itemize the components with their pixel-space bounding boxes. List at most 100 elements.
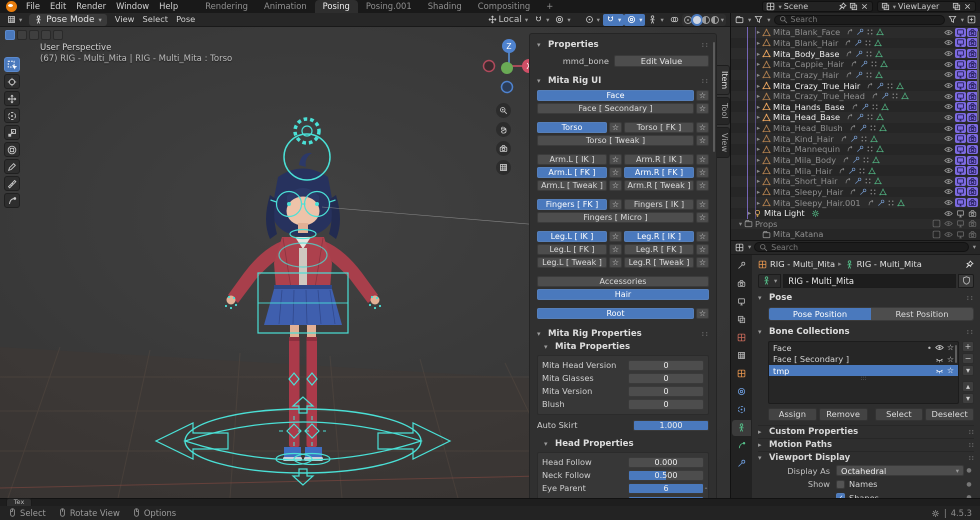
nav-ortho-button[interactable] xyxy=(496,160,511,175)
select-mode-option-0[interactable] xyxy=(5,30,15,40)
collapsed-editor-tab[interactable]: Tex xyxy=(6,498,32,506)
panel-viewport-display-header[interactable]: ▾Viewport Display:: xyxy=(758,451,974,464)
hide-viewport-eye-icon[interactable] xyxy=(943,70,954,79)
hide-viewport-eye-icon[interactable] xyxy=(943,187,954,196)
outliner-row[interactable]: ▸Mita_Blank_Face xyxy=(731,27,980,38)
properties-tab-7[interactable] xyxy=(732,384,751,400)
filter-icon[interactable] xyxy=(948,15,957,24)
outliner-row[interactable]: ▸Mita_Blank_Hair xyxy=(731,38,980,49)
menu-edit[interactable]: Edit xyxy=(45,0,71,13)
sidebar-tab-tool[interactable]: Tool xyxy=(717,97,730,125)
select-button[interactable]: Select xyxy=(875,408,924,421)
tool-transform[interactable] xyxy=(4,142,20,157)
properties-tab-1[interactable] xyxy=(732,276,751,292)
disable-render-icon[interactable] xyxy=(967,134,978,143)
rig-layer-button[interactable]: Hair xyxy=(537,289,709,300)
outliner-item-name[interactable]: Mita_Blank_Face xyxy=(773,27,840,37)
expand-arrow-icon[interactable]: ▸ xyxy=(755,82,762,90)
rig-layer-star[interactable]: ☆ xyxy=(696,231,709,242)
expand-arrow-icon[interactable]: ▸ xyxy=(755,39,762,47)
properties-tab-10[interactable] xyxy=(732,438,751,454)
rig-layer-star[interactable]: ☆ xyxy=(609,244,622,255)
properties-options[interactable]: ▾ xyxy=(973,243,976,251)
outliner-item-name[interactable]: Mita_Crazy_True_Head xyxy=(773,91,865,101)
rig-layer-button[interactable]: Fingers [ IK ] xyxy=(624,199,694,210)
remove-button[interactable]: Remove xyxy=(819,408,868,421)
axis-negx-ball[interactable] xyxy=(484,61,495,72)
panel-rig-props-header[interactable]: ▾Mita Rig Properties:: xyxy=(537,327,709,340)
properties-search-input[interactable]: Search xyxy=(754,242,968,252)
disable-viewport-icon[interactable] xyxy=(955,177,966,186)
panel-properties-header[interactable]: ▾Properties:: xyxy=(537,38,709,51)
outliner-row[interactable]: ▸Mita_Kind_Hair xyxy=(731,133,980,144)
disable-viewport-icon[interactable] xyxy=(955,49,966,58)
axis-y-ball[interactable] xyxy=(501,62,513,74)
rig-layer-star[interactable]: ☆ xyxy=(609,180,622,191)
falloff-toggle[interactable]: ▾ xyxy=(624,14,645,26)
rig-layer-star[interactable]: ☆ xyxy=(609,167,622,178)
hide-viewport-eye-icon[interactable] xyxy=(943,134,954,143)
rig-layer-star[interactable]: ☆ xyxy=(696,180,709,191)
outliner-item-name[interactable]: Mita_Body_Base xyxy=(773,49,839,59)
bone-collection-row[interactable]: Face [ Secondary ]☆ xyxy=(769,353,958,365)
gizmo-toggle[interactable]: ▾ xyxy=(645,14,666,26)
property-value[interactable]: 0 xyxy=(628,360,704,371)
menu-window[interactable]: Window xyxy=(111,0,154,13)
outliner-row[interactable]: ▸ Mita_Sleepy_Hair xyxy=(731,187,980,198)
outliner-item-name[interactable]: Mita_Short_Hair xyxy=(773,176,838,186)
outliner-row[interactable]: ▸Mita_Crazy_Hair xyxy=(731,70,980,81)
exclude-checkbox-icon[interactable] xyxy=(931,219,942,228)
outliner-item-name[interactable]: Mita_Sleepy_Hair.001 xyxy=(773,198,861,208)
properties-tab-5[interactable] xyxy=(732,348,751,364)
orientation-dropdown[interactable]: Local▾ xyxy=(485,14,532,26)
expand-arrow-icon[interactable]: ▸ xyxy=(755,199,762,207)
outliner-row[interactable]: ▸Mita_Crazy_True_Hair xyxy=(731,80,980,91)
outliner-row[interactable]: ▸Mita_Mila_Body xyxy=(731,155,980,166)
rig-layer-button[interactable]: Face [ Secondary ] xyxy=(537,103,694,114)
rig-layer-star[interactable]: ☆ xyxy=(609,122,622,133)
property-value[interactable]: 0 xyxy=(628,399,704,410)
outliner-item-name[interactable]: Mita_Head_Base xyxy=(773,112,840,122)
display-as-dropdown[interactable]: Octahedral▾ xyxy=(836,465,964,476)
shading-wireframe-button[interactable] xyxy=(684,16,692,24)
expand-arrow-icon[interactable]: ▸ xyxy=(755,71,762,79)
outliner-row[interactable]: ▸Mita_Mila_Hair xyxy=(731,165,980,176)
workspace-tab-shading[interactable]: Shading xyxy=(420,0,470,13)
hide-viewport-eye-icon[interactable] xyxy=(943,145,954,154)
rig-layer-button[interactable]: Arm.L [ IK ] xyxy=(537,154,607,165)
disable-viewport-icon[interactable] xyxy=(955,70,966,79)
remove-collection-button[interactable]: − xyxy=(962,353,974,364)
disable-viewport-icon[interactable] xyxy=(955,187,966,196)
outliner-item-name[interactable]: Mita_Mannequin xyxy=(773,144,840,154)
outliner-item-name[interactable]: Mita_Sleepy_Hair xyxy=(773,187,843,197)
hide-viewport-eye-icon[interactable] xyxy=(943,124,954,133)
bone-collection-star-icon[interactable]: ☆ xyxy=(947,366,954,375)
pose-rest-position-button[interactable]: Rest Position xyxy=(871,308,973,320)
axis-negz-ball[interactable] xyxy=(502,82,513,93)
rig-layer-star[interactable]: ☆ xyxy=(609,199,622,210)
rig-layer-star[interactable]: ☆ xyxy=(696,154,709,165)
panel-bone-collections-header[interactable]: ▾Bone Collections:: xyxy=(758,326,974,339)
outliner-item-name[interactable]: Mita_Hands_Base xyxy=(773,102,845,112)
rig-layer-star[interactable]: ☆ xyxy=(609,154,622,165)
pose-pose-position-button[interactable]: Pose Position xyxy=(769,308,871,320)
expand-arrow-icon[interactable]: ▸ xyxy=(755,188,762,196)
close-icon[interactable] xyxy=(963,2,972,11)
rig-layer-button[interactable]: Root xyxy=(537,308,694,319)
property-value[interactable]: 0 xyxy=(628,386,704,397)
bone-collection-visibility-icon[interactable] xyxy=(935,343,944,352)
disable-viewport-icon[interactable] xyxy=(955,230,966,239)
assign-button[interactable]: Assign xyxy=(768,408,817,421)
panel-mita-props-header[interactable]: ▾Mita Properties xyxy=(544,340,709,353)
disable-render-icon[interactable] xyxy=(967,177,978,186)
rig-layer-star[interactable]: ☆ xyxy=(609,257,622,268)
disable-viewport-icon[interactable] xyxy=(955,81,966,90)
tool-measure[interactable] xyxy=(4,176,20,191)
outliner-row[interactable]: ▸Mita_Crazy_True_Head xyxy=(731,91,980,102)
expand-arrow-icon[interactable]: ▸ xyxy=(755,177,762,185)
tool-move[interactable] xyxy=(4,91,20,106)
outliner-row[interactable]: ▾Props xyxy=(731,219,980,230)
scene-selector[interactable]: ▾ Scene xyxy=(762,1,872,12)
rig-layer-star[interactable]: ☆ xyxy=(696,122,709,133)
disable-render-icon[interactable] xyxy=(967,156,978,165)
